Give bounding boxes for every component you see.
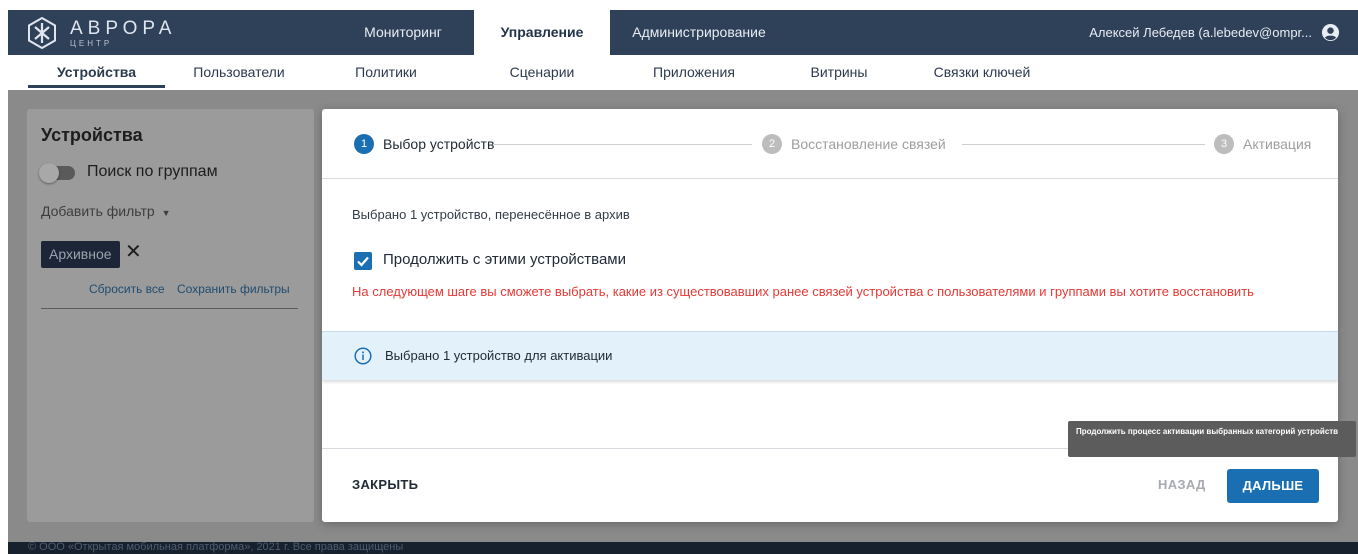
step-restore-links: 2 Восстановление связей bbox=[762, 134, 946, 154]
next-button[interactable]: ДАЛЬШЕ bbox=[1227, 469, 1319, 503]
reset-all-link[interactable]: Сбросить все bbox=[89, 282, 165, 296]
save-filters-link[interactable]: Сохранить фильтры bbox=[177, 282, 290, 296]
subtab-policies[interactable]: Политики bbox=[338, 55, 434, 90]
footer: © ООО «Открытая мобильная платформа», 20… bbox=[8, 542, 1358, 554]
app-logo[interactable]: АВРОРА ЦЕНТР bbox=[26, 16, 206, 50]
subtab-keychains[interactable]: Связки ключей bbox=[920, 55, 1044, 90]
info-icon bbox=[354, 347, 372, 365]
logo-title: АВРОРА bbox=[70, 17, 177, 39]
user-name[interactable]: Алексей Лебедев (a.lebedev@ompr... bbox=[1089, 10, 1312, 55]
sub-navigation: Устройства Пользователи Политики Сценари… bbox=[8, 55, 1358, 90]
next-button-tooltip: Продолжить процесс активации выбранных к… bbox=[1068, 421, 1356, 457]
subtab-showcases[interactable]: Витрины bbox=[794, 55, 884, 90]
add-filter-button[interactable]: Добавить фильтр ▼ bbox=[41, 203, 170, 219]
filter-chip-archived: Архивное bbox=[41, 241, 120, 268]
copyright-text: © ООО «Открытая мобильная платформа», 20… bbox=[28, 542, 404, 553]
back-button[interactable]: НАЗАД bbox=[1158, 477, 1206, 492]
step-label: Активация bbox=[1243, 136, 1312, 152]
caret-down-icon: ▼ bbox=[161, 208, 171, 218]
stepper: 1 Выбор устройств 2 Восстановление связе… bbox=[322, 109, 1338, 179]
activation-dialog: 1 Выбор устройств 2 Восстановление связе… bbox=[322, 109, 1338, 522]
checkmark-icon bbox=[357, 256, 369, 267]
group-search-label: Поиск по группам bbox=[87, 163, 218, 180]
continue-checkbox[interactable] bbox=[354, 252, 372, 270]
step-activation: 3 Активация bbox=[1214, 134, 1311, 154]
info-banner: Выбрано 1 устройство для активации bbox=[322, 331, 1338, 380]
step-number: 3 bbox=[1214, 134, 1234, 154]
subtab-devices[interactable]: Устройства bbox=[28, 55, 165, 90]
subtab-applications[interactable]: Приложения bbox=[638, 55, 750, 90]
add-filter-label: Добавить фильтр bbox=[41, 203, 155, 219]
subtab-users[interactable]: Пользователи bbox=[176, 55, 302, 90]
step-select-devices: 1 Выбор устройств bbox=[354, 134, 494, 154]
aurora-logo-icon bbox=[28, 17, 56, 49]
subtab-scenarios[interactable]: Сценарии bbox=[492, 55, 592, 90]
selected-devices-text: Выбрано 1 устройство, перенесённое в арх… bbox=[352, 207, 630, 222]
continue-checkbox-label[interactable]: Продолжить с этими устройствами bbox=[383, 251, 626, 268]
remove-filter-icon[interactable]: ✕ bbox=[125, 242, 143, 262]
group-search-toggle[interactable] bbox=[39, 163, 75, 183]
divider bbox=[41, 308, 298, 309]
info-text: Выбрано 1 устройство для активации bbox=[385, 348, 613, 363]
user-account-icon[interactable] bbox=[1321, 23, 1340, 42]
step-label: Восстановление связей bbox=[791, 136, 946, 152]
step-connector bbox=[962, 144, 1205, 145]
top-header: АВРОРА ЦЕНТР Мониторинг Управление Админ… bbox=[8, 10, 1358, 55]
warning-message: На следующем шаге вы сможете выбрать, ка… bbox=[352, 284, 1254, 299]
tab-administration[interactable]: Администрирование bbox=[610, 10, 788, 55]
logo-subtitle: ЦЕНТР bbox=[70, 38, 113, 48]
tab-monitoring[interactable]: Мониторинг bbox=[332, 10, 474, 55]
step-number: 1 bbox=[354, 134, 374, 154]
tab-management[interactable]: Управление bbox=[474, 10, 610, 55]
close-button[interactable]: ЗАКРЫТЬ bbox=[352, 477, 418, 492]
step-connector bbox=[494, 144, 752, 145]
step-label: Выбор устройств bbox=[383, 136, 495, 152]
sidebar-title: Устройства bbox=[41, 125, 143, 145]
step-number: 2 bbox=[762, 134, 782, 154]
filter-panel: Устройства Поиск по группам Добавить фил… bbox=[27, 109, 314, 522]
